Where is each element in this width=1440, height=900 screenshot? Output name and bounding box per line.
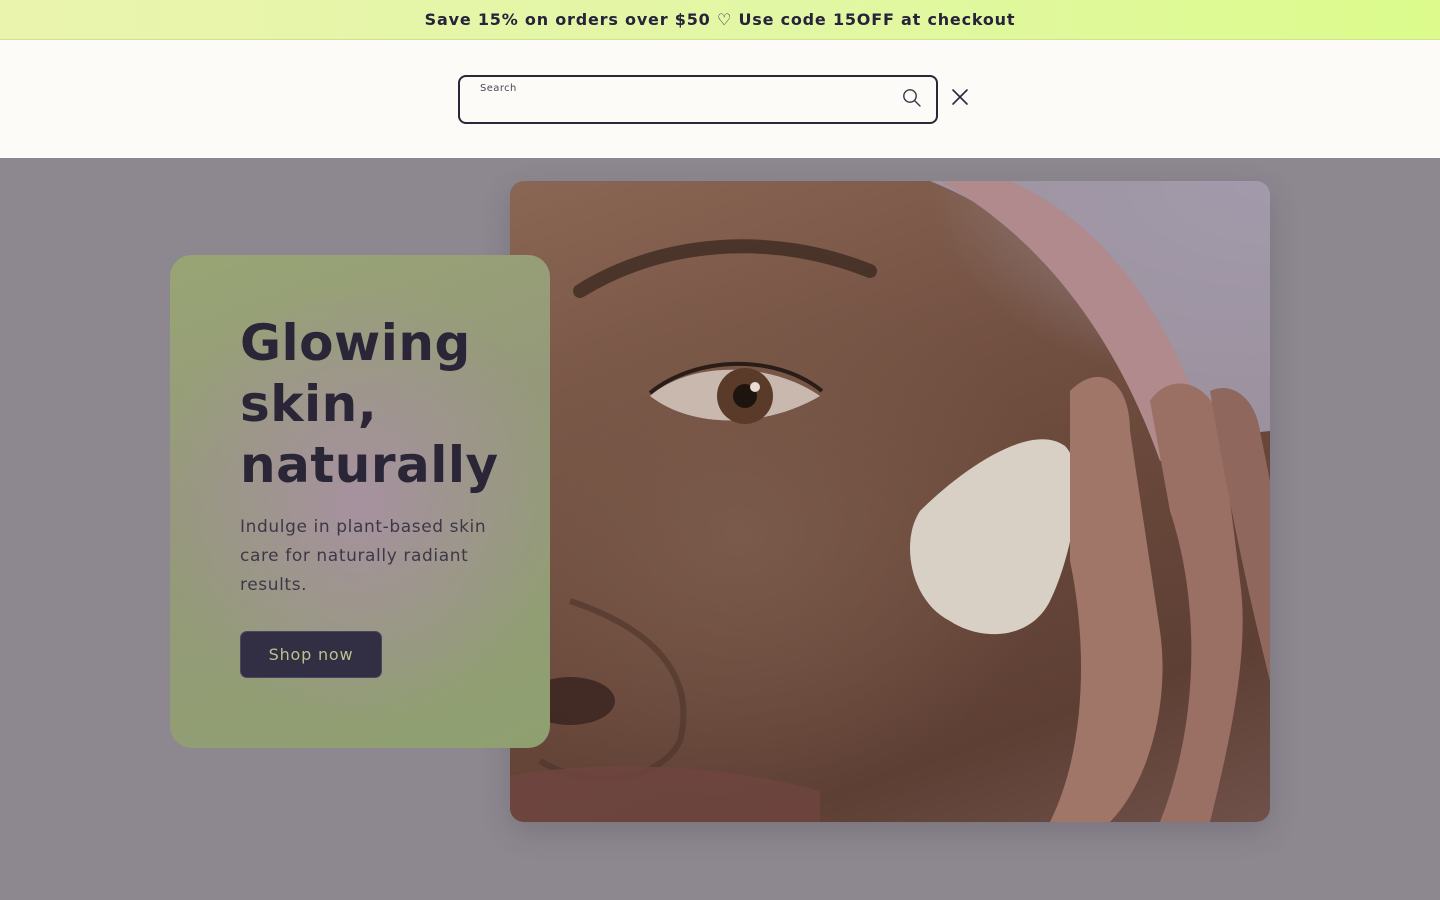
search-button[interactable] [898,86,926,114]
close-icon [950,87,970,111]
announcement-text: Save 15% on orders over $50 ♡ Use code 1… [424,10,1016,29]
announcement-bar: Save 15% on orders over $50 ♡ Use code 1… [0,0,1440,40]
search-header: Search [0,40,1440,158]
search-label: Search [480,83,517,94]
hero-title: Glowing skin, naturally [240,314,499,494]
search-field[interactable]: Search [458,75,938,124]
close-search-button[interactable] [946,85,974,113]
hero-card: Glowing skin, naturally Indulge in plant… [170,255,550,748]
shop-now-button[interactable]: Shop now [240,631,382,678]
hero-image [510,181,1270,822]
search-input[interactable] [478,97,878,119]
hero-section: Glowing skin, naturally Indulge in plant… [0,158,1440,900]
face-illustration [510,181,1270,822]
search-icon [902,88,922,112]
hero-subtitle: Indulge in plant-based skin care for nat… [240,517,487,595]
